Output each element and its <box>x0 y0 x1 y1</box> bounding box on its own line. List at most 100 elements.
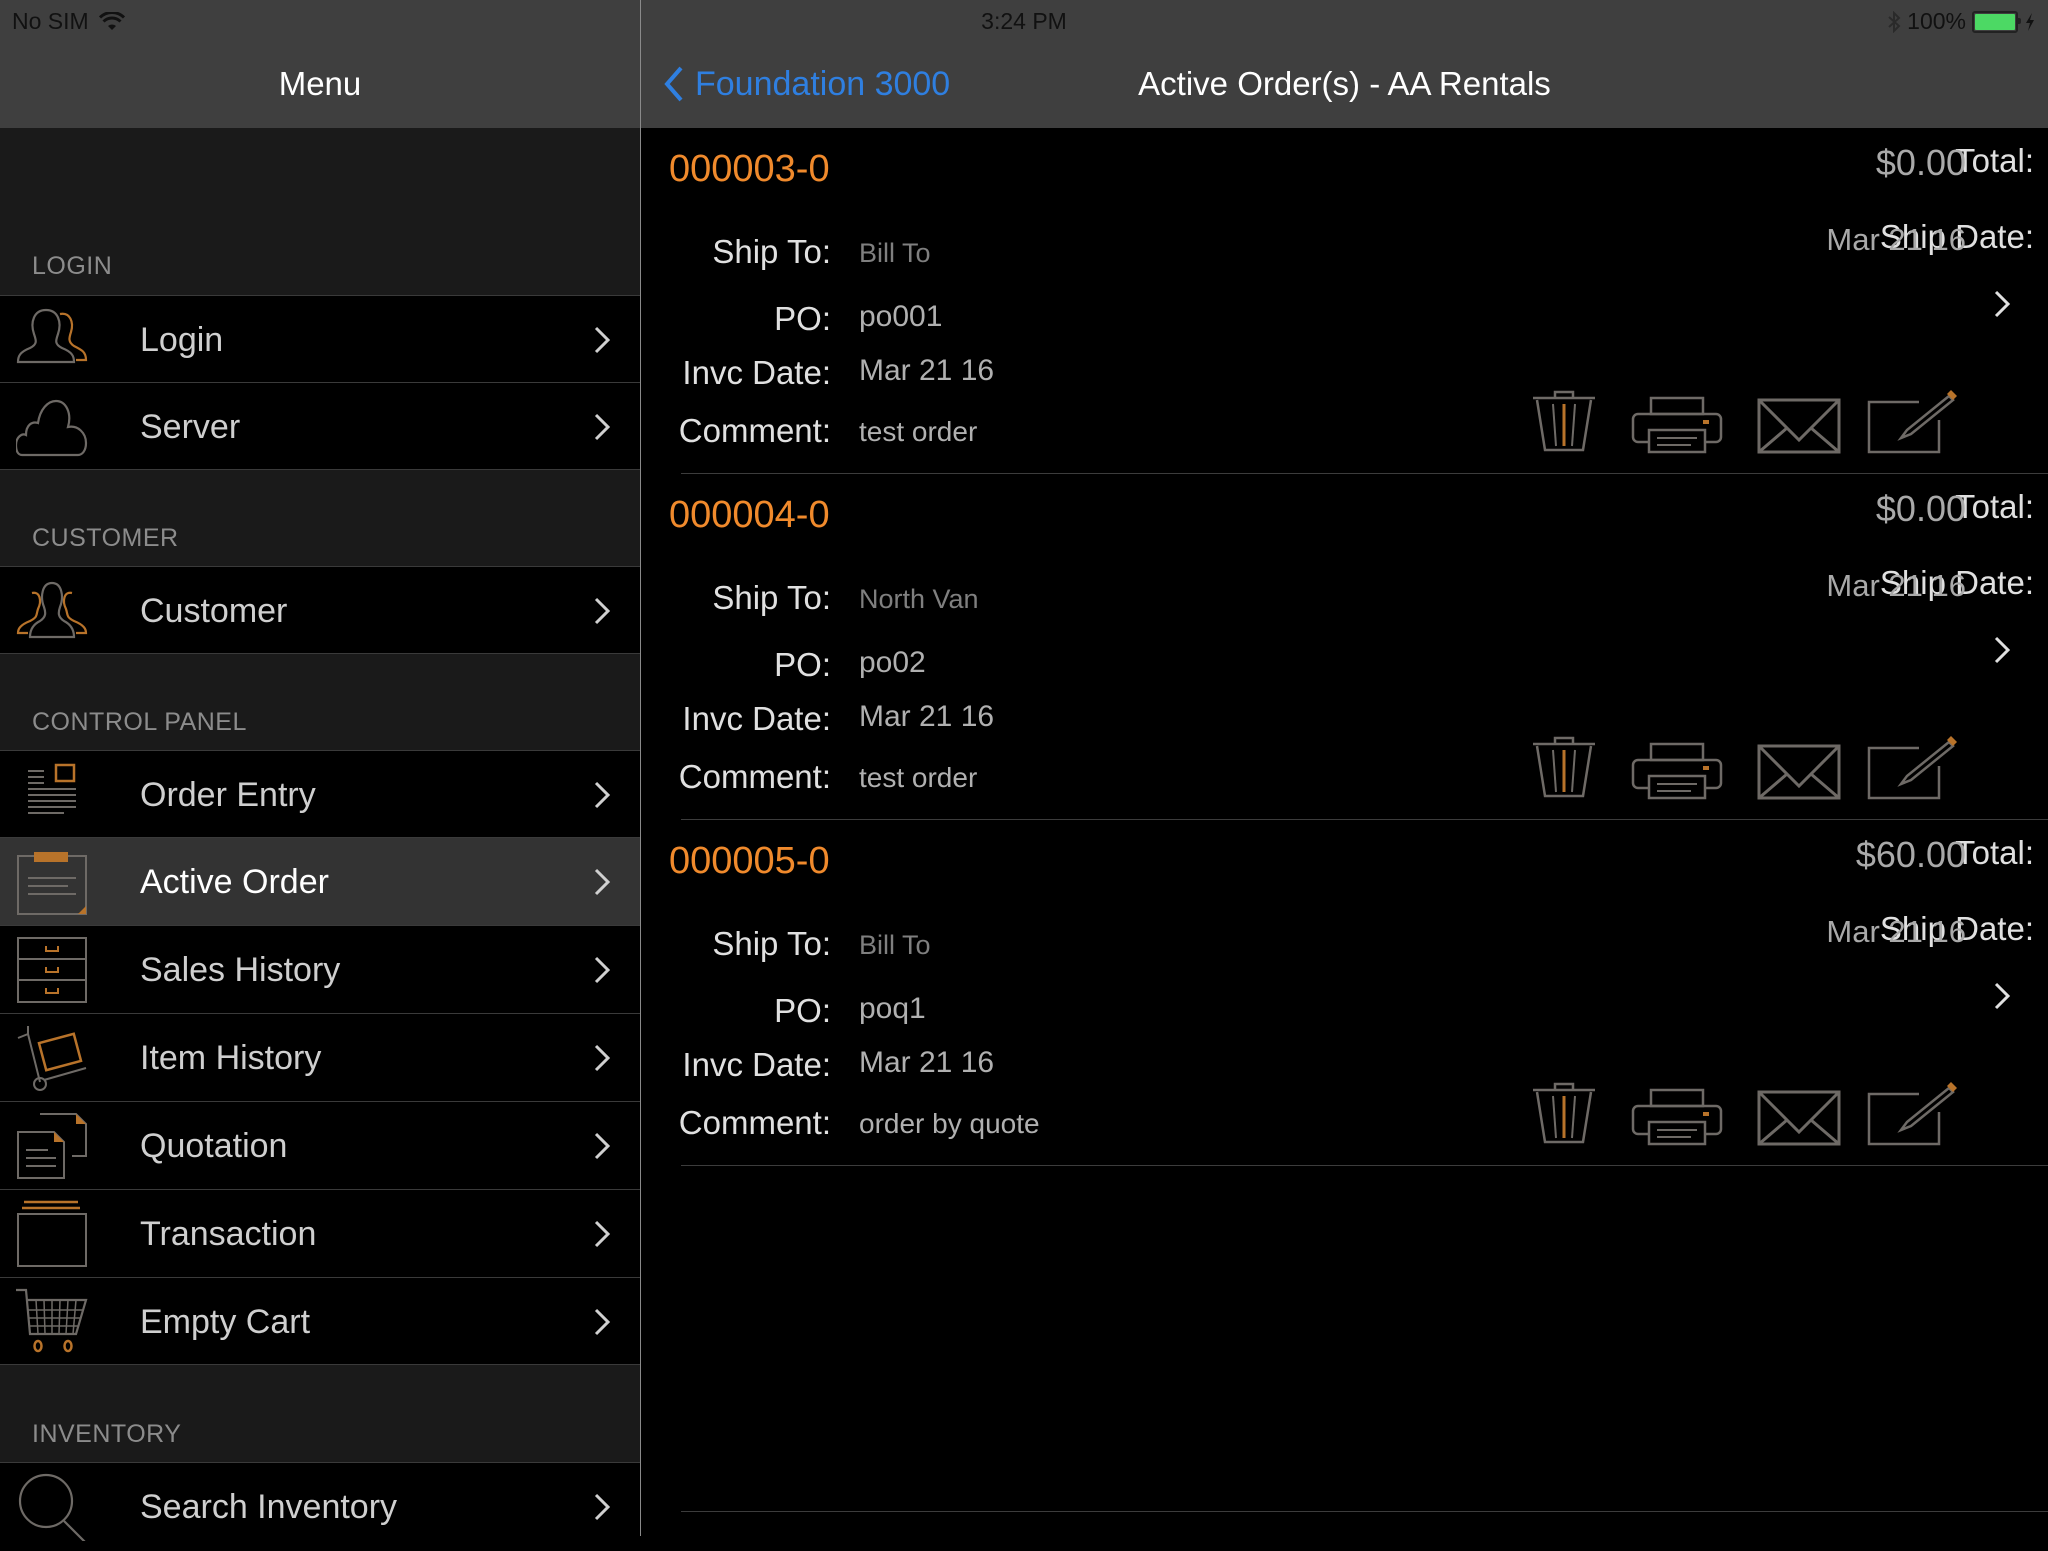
comment-value: test order <box>859 416 978 447</box>
printer-icon[interactable] <box>1631 1088 1723 1146</box>
invc-date-label: Invc Date: <box>682 354 831 391</box>
po-label: PO: <box>774 300 831 337</box>
invc-date-value: Mar 21 16 <box>859 700 995 733</box>
chevron-right-icon[interactable] <box>1992 634 2012 666</box>
chevron-right-icon <box>594 1132 611 1160</box>
chevron-right-icon <box>594 1308 611 1336</box>
battery-icon <box>1972 10 2021 33</box>
list-footer-line <box>681 1511 2048 1512</box>
ship-date-value: Mar 21 16 <box>1826 914 1966 949</box>
sidebar-item-label: Search Inventory <box>140 1488 398 1526</box>
comment-value: order by quote <box>859 1108 1040 1139</box>
edit-icon[interactable] <box>1867 1082 1959 1146</box>
section-header-customer: CUSTOMER <box>32 524 179 552</box>
comment-label: Comment: <box>678 1104 831 1141</box>
comment-label: Comment: <box>678 412 831 449</box>
po-value: poq1 <box>859 992 926 1025</box>
printer-icon[interactable] <box>1631 396 1723 454</box>
chevron-right-icon[interactable] <box>1992 288 2012 320</box>
sidebar-item-login[interactable]: Login <box>0 295 640 384</box>
trash-icon[interactable] <box>1529 736 1599 800</box>
sidebar-item-sales-history[interactable]: Sales History <box>0 925 640 1014</box>
tray-icon <box>17 1200 87 1267</box>
users-icon <box>16 308 88 364</box>
ship-to-label: Ship To: <box>712 579 831 616</box>
mail-icon[interactable] <box>1757 398 1841 454</box>
charging-icon <box>2026 12 2034 31</box>
trash-icon[interactable] <box>1529 1082 1599 1146</box>
sidebar-item-quotation[interactable]: Quotation <box>0 1101 640 1190</box>
sidebar-item-label: Login <box>140 321 224 359</box>
ship-to-label: Ship To: <box>712 925 831 962</box>
order-number[interactable]: 000004-0 <box>669 494 830 537</box>
customers-group-icon <box>16 581 88 639</box>
sidebar-title: Menu <box>278 65 362 102</box>
edit-icon[interactable] <box>1867 736 1959 800</box>
order-form-icon <box>28 763 76 814</box>
battery-percent: 100% <box>1907 8 1966 34</box>
printer-icon[interactable] <box>1631 742 1723 800</box>
po-label: PO: <box>774 992 831 1029</box>
sidebar-item-label: Customer <box>140 592 288 630</box>
ship-date-value: Mar 21 16 <box>1826 568 1966 603</box>
sidebar-item-customer[interactable]: Customer <box>0 566 640 654</box>
sidebar: Menu LOGIN Login Server CUSTOMER Custome… <box>0 0 640 1550</box>
ship-to-value: Bill To <box>859 930 931 960</box>
total-value: $60.00 <box>1855 834 1966 875</box>
sidebar-item-label: Sales History <box>140 951 341 989</box>
invc-date-value: Mar 21 16 <box>859 1046 995 1079</box>
edit-icon[interactable] <box>1867 390 1959 454</box>
chevron-right-icon <box>594 781 611 809</box>
invc-date-label: Invc Date: <box>682 700 831 737</box>
trash-icon[interactable] <box>1529 390 1599 454</box>
sidebar-item-label: Item History <box>140 1039 322 1077</box>
section-header-inventory: INVENTORY <box>32 1420 182 1448</box>
sidebar-item-order-entry[interactable]: Order Entry <box>0 750 640 838</box>
back-button-label: Foundation 3000 <box>695 64 951 103</box>
chevron-right-icon <box>594 413 611 441</box>
chevron-right-icon <box>594 1220 611 1248</box>
orders-list: 000003-0 Ship To: Bill To PO: po001 Invc… <box>641 128 2048 1536</box>
sidebar-item-label: Active Order <box>140 863 329 901</box>
ship-to-value: North Van <box>859 584 979 614</box>
total-value: $0.00 <box>1875 488 1966 529</box>
chevron-right-icon <box>594 1493 611 1521</box>
chevron-right-icon <box>594 326 611 354</box>
search-icon <box>18 1473 86 1541</box>
order-row[interactable]: 000004-0 Ship To: North Van PO: po02 Inv… <box>641 474 2048 820</box>
mail-icon[interactable] <box>1757 1090 1841 1146</box>
order-row[interactable]: 000003-0 Ship To: Bill To PO: po001 Invc… <box>641 128 2048 474</box>
documents-icon <box>17 1113 87 1179</box>
order-number[interactable]: 000003-0 <box>669 148 830 191</box>
mail-icon[interactable] <box>1757 744 1841 800</box>
filing-cabinet-icon <box>17 937 87 1003</box>
ship-to-value: Bill To <box>859 238 931 268</box>
cloud-icon <box>16 399 88 457</box>
hand-truck-icon <box>17 1026 87 1091</box>
comment-label: Comment: <box>678 758 831 795</box>
sidebar-item-transaction[interactable]: Transaction <box>0 1189 640 1278</box>
sidebar-item-label: Server <box>140 408 241 446</box>
order-number[interactable]: 000005-0 <box>669 840 830 883</box>
po-value: po001 <box>859 300 943 333</box>
clipboard-icon <box>17 852 87 915</box>
sidebar-item-search-inventory[interactable]: Search Inventory <box>0 1462 640 1550</box>
back-button[interactable]: Foundation 3000 <box>663 40 950 128</box>
comment-value: test order <box>859 762 978 793</box>
nav-bar: Active Order(s) - AA Rentals Foundation … <box>641 40 2048 128</box>
chevron-right-icon <box>594 868 611 896</box>
row-separator <box>681 1165 2048 1166</box>
chevron-left-icon <box>664 66 683 102</box>
sidebar-item-server[interactable]: Server <box>0 382 640 470</box>
sidebar-item-item-history[interactable]: Item History <box>0 1013 640 1102</box>
sidebar-item-empty-cart[interactable]: Empty Cart <box>0 1277 640 1365</box>
chevron-right-icon <box>594 597 611 625</box>
invc-date-value: Mar 21 16 <box>859 354 995 387</box>
po-value: po02 <box>859 646 926 679</box>
chevron-right-icon <box>594 1044 611 1072</box>
section-header-login: LOGIN <box>32 252 113 280</box>
section-header-control-panel: CONTROL PANEL <box>32 708 247 736</box>
sidebar-item-active-order[interactable]: Active Order <box>0 837 640 925</box>
order-row[interactable]: 000005-0 Ship To: Bill To PO: poq1 Invc … <box>641 820 2048 1166</box>
chevron-right-icon[interactable] <box>1992 980 2012 1012</box>
